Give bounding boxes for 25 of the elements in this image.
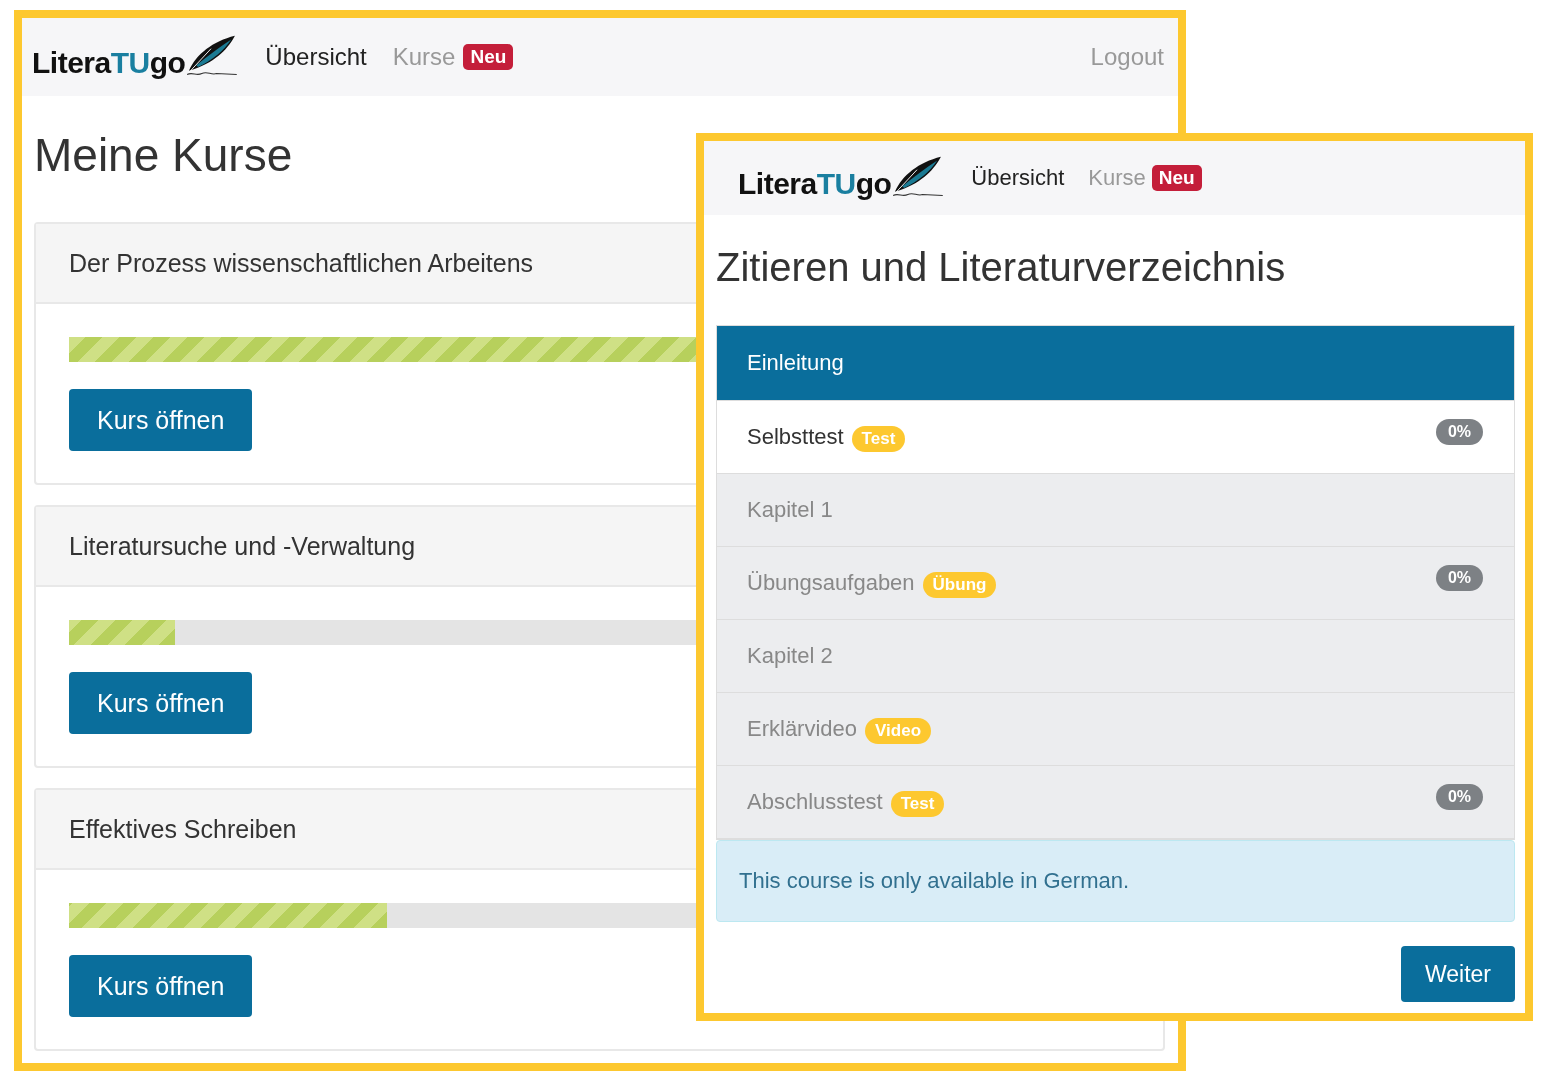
type-tag: Video (865, 718, 932, 744)
chapter-item[interactable]: Einleitung (717, 326, 1514, 401)
open-course-button[interactable]: Kurs öffnen (69, 672, 253, 734)
next-button[interactable]: Weiter (1400, 946, 1515, 1002)
open-course-button[interactable]: Kurs öffnen (69, 389, 253, 451)
page-title: Meine Kurse (34, 128, 293, 183)
nav-link[interactable]: Übersicht (265, 43, 367, 71)
info-message: This course is only available in German. (716, 840, 1515, 922)
logo-text[interactable]: LiteraTUgo (738, 167, 892, 201)
progress-badge: 0% (1435, 419, 1483, 445)
nav-link[interactable]: Übersicht (971, 165, 1065, 191)
type-tag: Übung (922, 572, 997, 598)
chapter-label: Kapitel 2 (747, 643, 833, 669)
open-course-button[interactable]: Kurs öffnen (69, 955, 253, 1017)
chapter-label: Selbsttest (747, 424, 844, 450)
chapter-label: Abschlusstest (747, 789, 883, 815)
type-tag: Test (890, 791, 945, 817)
progress-badge: 0% (1435, 784, 1483, 810)
new-badge: Neu (463, 44, 514, 70)
chapter-label: Erklärvideo (747, 716, 858, 742)
logo-text[interactable]: LiteraTUgo (32, 46, 186, 80)
chapter-label: Einleitung (747, 350, 844, 376)
progress-badge: 0% (1435, 565, 1483, 591)
new-badge: Neu (1151, 165, 1202, 191)
type-tag: Test (851, 426, 906, 452)
